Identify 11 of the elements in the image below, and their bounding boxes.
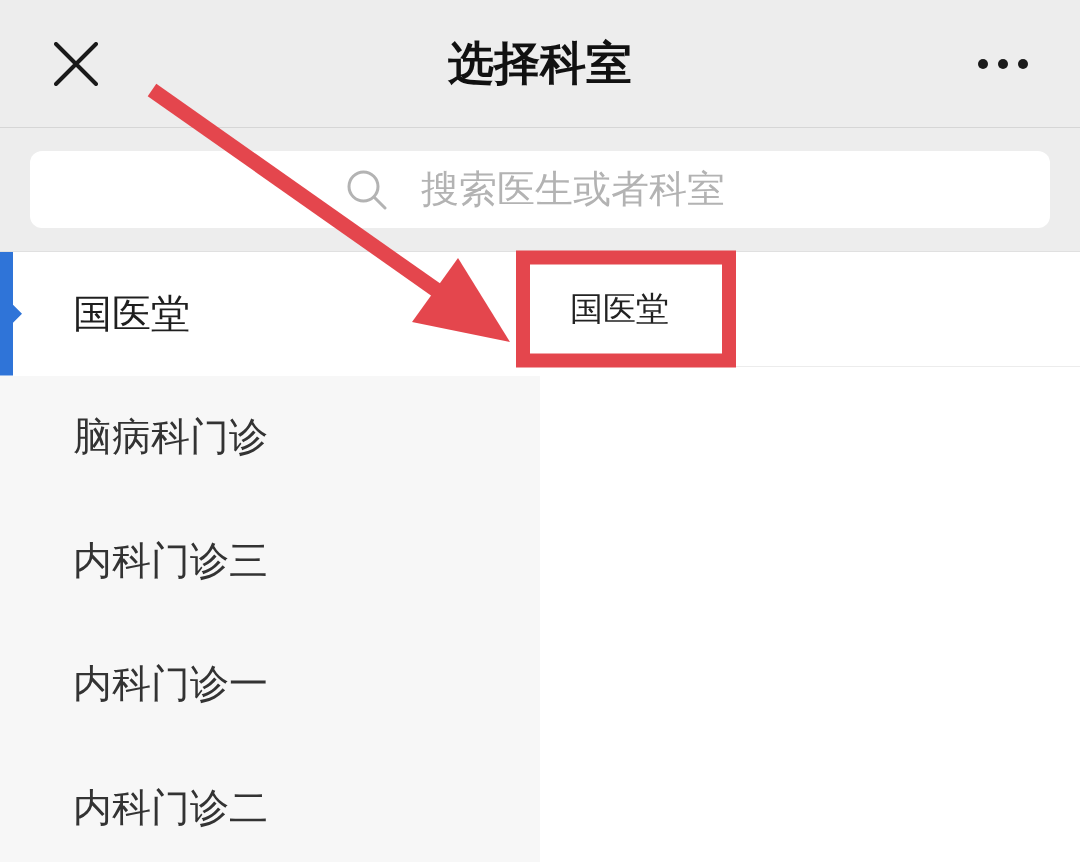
sidebar-item[interactable]: 内科门诊三: [0, 499, 540, 623]
close-button[interactable]: [54, 41, 98, 86]
search-icon: [347, 169, 387, 210]
page-title: 选择科室: [447, 34, 633, 92]
sidebar-item[interactable]: 国医堂: [0, 252, 540, 376]
sidebar-item[interactable]: 内科门诊二: [0, 746, 540, 862]
sidebar-item[interactable]: 脑病科门诊: [0, 375, 540, 499]
sidebar-item[interactable]: 内科门诊一: [0, 622, 540, 746]
close-icon: [54, 41, 98, 86]
more-icon: [978, 58, 1028, 69]
department-item[interactable]: 国医堂: [570, 286, 669, 332]
